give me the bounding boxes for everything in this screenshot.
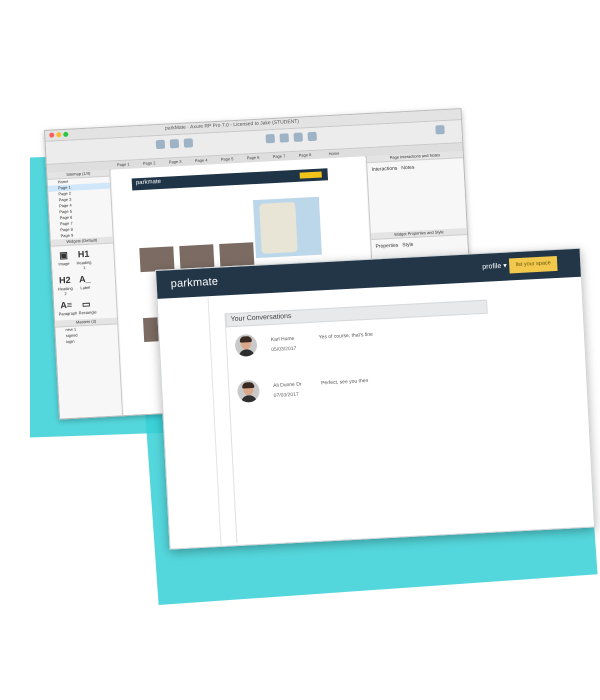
tab-page-6[interactable]: Page 6 [247, 155, 260, 161]
conversation-date: 05/03/2017 [271, 345, 297, 354]
widget-paragraph[interactable]: A≡ Paragraph [58, 299, 78, 317]
parkmate-window: parkmate profile ▾ list your space Your … [155, 247, 596, 550]
group-icon[interactable] [293, 132, 303, 142]
conversation-row[interactable]: Ali Dunne Dr 07/03/2017 Perfect, see you… [229, 364, 493, 418]
avatar [234, 333, 258, 357]
preview-icon[interactable] [155, 139, 166, 150]
mock-map-land [259, 201, 298, 254]
list-your-space-button[interactable]: list your space [508, 255, 558, 274]
editor-left-panel: Sitemap (1/4) Home Page 1 Page 2 Page 3 … [47, 169, 124, 419]
heading-1-icon: H1 [77, 248, 90, 260]
image-icon: ▣ [59, 249, 69, 261]
conversation-message: Yes of course, that's fine [318, 331, 373, 341]
align-icon[interactable] [265, 133, 275, 144]
widget-library: ▣ Image H1 Heading 1 H2 Heading 2 A_ Label A… [51, 244, 117, 321]
mock-logo: parkmate [135, 178, 162, 187]
app-logo[interactable]: parkmate [170, 276, 218, 290]
tab-properties[interactable]: Properties [375, 243, 398, 250]
tab-interactions[interactable]: Interactions [371, 166, 397, 173]
mock-header: parkmate [131, 168, 329, 191]
sidebar-divider [207, 296, 222, 546]
zoom-dot[interactable] [63, 131, 69, 137]
layout-icon[interactable] [435, 125, 445, 135]
tab-style[interactable]: Style [402, 242, 413, 249]
conversation-row[interactable]: Karl Hume 05/03/2017 Yes of course, that… [226, 318, 490, 372]
tab-page-1[interactable]: Page 1 [117, 162, 130, 168]
conversation-name: Ali Dunne Dr [273, 381, 302, 389]
profile-menu[interactable]: profile ▾ [482, 262, 507, 271]
widget-heading-2[interactable]: H2 Heading 2 [57, 275, 74, 297]
tab-notes[interactable]: Notes [401, 165, 414, 172]
avatar [236, 379, 261, 403]
conversation-message: Perfect, see you then [321, 377, 369, 387]
share-icon[interactable] [169, 138, 180, 149]
widget-image[interactable]: ▣ Image [55, 250, 72, 272]
tab-home[interactable]: Home [328, 151, 339, 157]
widget-rectangle[interactable]: ▭ Rectangle [78, 298, 96, 316]
lock-icon[interactable] [307, 131, 317, 142]
paragraph-icon: A≡ [60, 299, 73, 311]
publish-icon[interactable] [183, 138, 194, 148]
distribute-icon[interactable] [279, 133, 289, 143]
minimize-dot[interactable] [56, 132, 62, 138]
widget-label[interactable]: A_ Label [77, 274, 94, 296]
widget-heading-1[interactable]: H1 Heading 1 [75, 249, 92, 271]
conversation-name: Karl Hume [270, 335, 295, 344]
tab-page-7[interactable]: Page 7 [273, 153, 286, 159]
label-icon: A_ [78, 273, 91, 285]
tab-page-3[interactable]: Page 3 [169, 159, 182, 165]
tab-page-2[interactable]: Page 2 [143, 160, 156, 166]
tab-page-8[interactable]: Page 8 [299, 152, 312, 158]
close-dot[interactable] [49, 132, 55, 138]
conversations-card: Your Conversations Karl Hume 05/03/2017 … [224, 299, 500, 544]
rectangle-icon: ▭ [81, 298, 91, 310]
mock-cta [299, 171, 322, 179]
mock-map [252, 196, 322, 259]
heading-2-icon: H2 [58, 274, 71, 286]
tab-page-4[interactable]: Page 4 [195, 157, 208, 163]
conversation-date: 07/03/2017 [273, 391, 299, 399]
tab-page-5[interactable]: Page 5 [221, 156, 234, 162]
